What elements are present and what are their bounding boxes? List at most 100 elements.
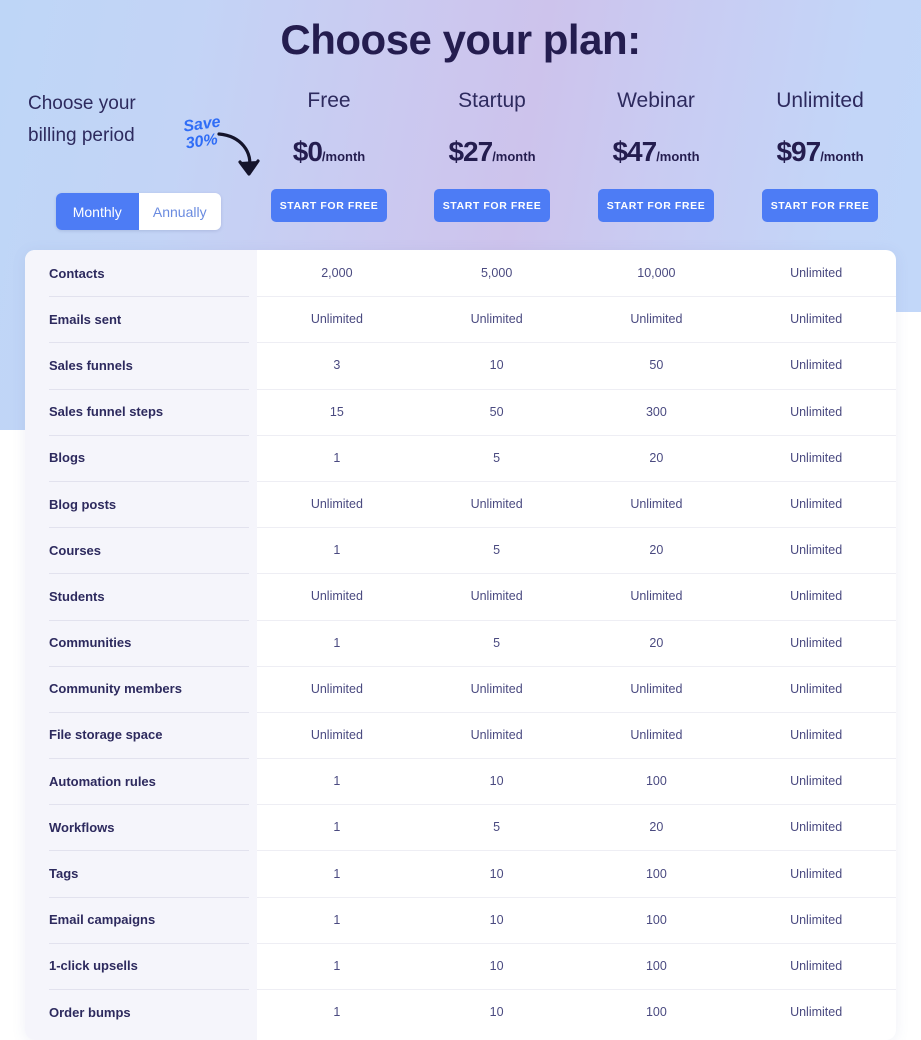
feature-name: Email campaigns xyxy=(49,912,156,928)
row-divider-left xyxy=(49,665,249,667)
feature-value-webinar: 10,000 xyxy=(637,266,676,281)
start-for-free-button[interactable]: START FOR FREE xyxy=(271,189,387,222)
feature-value-webinar: 100 xyxy=(645,1005,667,1020)
feature-value-webinar: Unlimited xyxy=(630,727,683,742)
feature-name: Sales funnels xyxy=(49,357,133,373)
feature-name: Contacts xyxy=(49,265,105,281)
feature-value-free: 3 xyxy=(333,358,341,373)
feature-value-webinar: Unlimited xyxy=(630,681,683,696)
row-divider-right xyxy=(257,619,896,621)
toggle-option-monthly[interactable]: Monthly xyxy=(56,193,139,230)
plan-name: Free xyxy=(307,89,351,112)
plan-column-unlimited: Unlimited $97/month START FOR FREE xyxy=(740,88,900,222)
row-divider-left xyxy=(49,296,249,298)
table-row: Automation rules 1 10 100 Unlimited xyxy=(25,758,896,804)
row-divider-left xyxy=(49,434,249,436)
feature-value-free: Unlimited xyxy=(310,681,363,696)
feature-value-unlimited: Unlimited xyxy=(790,958,843,973)
row-divider-right xyxy=(257,989,896,990)
start-for-free-button[interactable]: START FOR FREE xyxy=(762,189,878,222)
feature-value-webinar: Unlimited xyxy=(630,497,683,512)
feature-name: Courses xyxy=(49,542,102,558)
feature-value-unlimited: Unlimited xyxy=(790,543,843,558)
feature-name: Emails sent xyxy=(49,311,122,327)
feature-value-unlimited: Unlimited xyxy=(790,727,843,742)
plan-price-period: /month xyxy=(321,149,366,164)
row-divider-left xyxy=(49,942,249,944)
table-row: File storage space Unlimited Unlimited Unli… xyxy=(25,711,896,758)
feature-value-webinar: 100 xyxy=(645,866,667,881)
table-row: Workflows 1 5 20 Unlimited xyxy=(25,804,896,850)
row-divider-left xyxy=(49,989,249,990)
billing-period-section: Choose your billing period Save 30% Mont… xyxy=(28,88,260,230)
feature-value-webinar: 20 xyxy=(649,635,664,650)
feature-value-free: 1 xyxy=(333,635,341,650)
feature-value-startup: Unlimited xyxy=(470,589,523,604)
plan-name: Startup xyxy=(458,89,526,112)
plan-price: $47/month xyxy=(576,137,736,172)
row-divider-left xyxy=(49,850,249,852)
plan-name: Unlimited xyxy=(776,89,864,112)
feature-value-startup: 5 xyxy=(493,820,501,835)
feature-name: 1-click upsells xyxy=(49,958,138,974)
feature-value-free: Unlimited xyxy=(310,497,363,512)
row-divider-left xyxy=(49,527,249,529)
feature-name: File storage space xyxy=(49,727,163,743)
plan-column-free: Free $0/month START FOR FREE xyxy=(249,88,409,222)
feature-value-free: 1 xyxy=(333,1005,341,1020)
start-for-free-button[interactable]: START FOR FREE xyxy=(434,189,550,222)
row-divider-right xyxy=(257,804,896,806)
row-divider-right xyxy=(257,711,896,713)
row-divider-right xyxy=(257,527,896,529)
table-body: Contacts 2,000 5,000 10,000 Unlimited Emails … xyxy=(25,250,896,1035)
table-row: Sales funnel steps 15 50 300 Unlimited xyxy=(25,388,896,435)
feature-name: Workflows xyxy=(49,819,115,835)
feature-name: Sales funnel steps xyxy=(49,404,164,420)
plan-name: Webinar xyxy=(617,89,695,112)
feature-value-unlimited: Unlimited xyxy=(790,866,843,881)
plan-price: $97/month xyxy=(740,137,900,172)
feature-value-free: 1 xyxy=(333,820,341,835)
table-row: Blog posts Unlimited Unlimited Unlimited Unl… xyxy=(25,480,896,527)
table-row: Tags 1 10 100 Unlimited xyxy=(25,850,896,896)
feature-value-startup: 5,000 xyxy=(480,266,513,281)
feature-value-unlimited: Unlimited xyxy=(790,681,843,696)
feature-value-free: Unlimited xyxy=(310,589,363,604)
row-divider-right xyxy=(257,665,896,667)
billing-period-toggle[interactable]: Monthly Annually xyxy=(56,193,221,230)
feature-value-unlimited: Unlimited xyxy=(790,312,843,327)
feature-value-free: 15 xyxy=(329,404,344,419)
table-row: Email campaigns 1 10 100 Unlimited xyxy=(25,896,896,943)
feature-value-unlimited: Unlimited xyxy=(790,589,843,604)
feature-value-unlimited: Unlimited xyxy=(790,820,843,835)
feature-value-startup: 10 xyxy=(489,912,504,927)
feature-value-unlimited: Unlimited xyxy=(790,497,843,512)
feature-value-startup: Unlimited xyxy=(470,312,523,327)
feature-comparison-table: Contacts 2,000 5,000 10,000 Unlimited Emails … xyxy=(25,250,896,1040)
feature-value-startup: 10 xyxy=(489,958,504,973)
row-divider-right xyxy=(257,573,896,575)
feature-value-webinar: Unlimited xyxy=(630,589,683,604)
feature-value-webinar: 100 xyxy=(645,774,667,789)
plan-price: $0/month xyxy=(249,137,409,172)
feature-value-startup: 50 xyxy=(489,404,504,419)
feature-value-free: 1 xyxy=(333,774,341,789)
feature-name: Tags xyxy=(49,866,79,882)
feature-value-startup: Unlimited xyxy=(470,681,523,696)
feature-value-webinar: 100 xyxy=(645,912,667,927)
feature-value-webinar: 20 xyxy=(649,543,664,558)
row-divider-left xyxy=(49,342,249,344)
feature-name: Communities xyxy=(49,635,132,651)
start-for-free-button[interactable]: START FOR FREE xyxy=(598,189,714,222)
plan-price-amount: $27 xyxy=(448,136,493,167)
feature-value-unlimited: Unlimited xyxy=(790,450,843,465)
feature-value-webinar: 300 xyxy=(645,404,667,419)
feature-value-startup: 10 xyxy=(489,1005,504,1020)
row-divider-left xyxy=(49,711,249,713)
table-row: Order bumps 1 10 100 Unlimited xyxy=(25,989,896,1035)
toggle-option-annually[interactable]: Annually xyxy=(138,193,221,230)
plans-header-row: Choose your billing period Save 30% Mont… xyxy=(0,88,921,234)
plan-price-period: /month xyxy=(492,149,536,164)
feature-value-webinar: 50 xyxy=(649,358,664,373)
row-divider-right xyxy=(257,758,896,760)
